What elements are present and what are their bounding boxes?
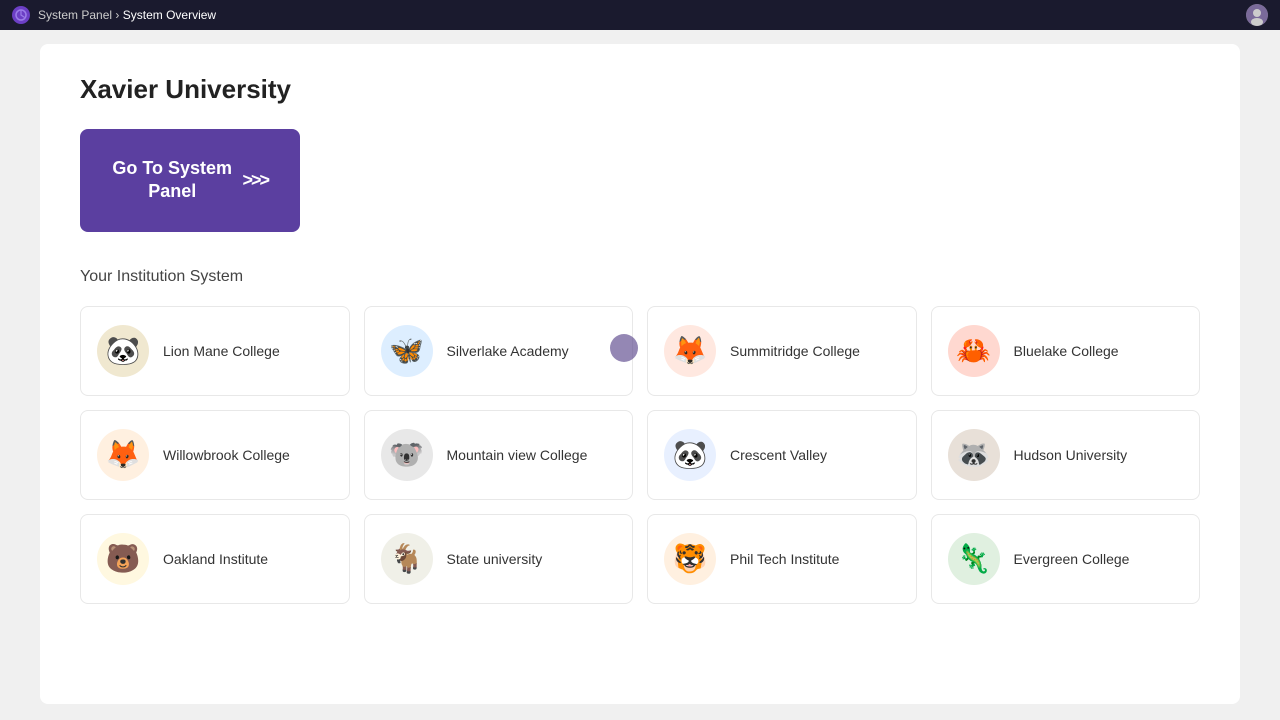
institution-grid: 🐼 Lion Mane College 🦋 Silverlake Academy 🦊 Su…	[80, 306, 1200, 604]
institution-name-silverlake: Silverlake Academy	[447, 343, 569, 359]
institution-card-lion-mane[interactable]: 🐼 Lion Mane College	[80, 306, 350, 396]
institution-card-evergreen[interactable]: 🦎 Evergreen College	[931, 514, 1201, 604]
institution-name-lion-mane: Lion Mane College	[163, 343, 280, 359]
institution-name-crescent-valley: Crescent Valley	[730, 447, 827, 463]
institution-card-mountain-view[interactable]: 🐨 Mountain view College	[364, 410, 634, 500]
institution-card-crescent-valley[interactable]: 🐼 Crescent Valley	[647, 410, 917, 500]
institution-name-phil-tech: Phil Tech Institute	[730, 551, 839, 567]
institution-name-evergreen: Evergreen College	[1014, 551, 1130, 567]
institution-icon-oakland: 🐻	[97, 533, 149, 585]
institution-name-hudson: Hudson University	[1014, 447, 1128, 463]
main-content: Xavier University Go To System Panel >>>…	[40, 44, 1240, 704]
institution-icon-willowbrook: 🦊	[97, 429, 149, 481]
institution-icon-phil-tech: 🐯	[664, 533, 716, 585]
institution-card-oakland[interactable]: 🐻 Oakland Institute	[80, 514, 350, 604]
institution-name-state-university: State university	[447, 551, 543, 567]
institution-icon-state-university: 🐐	[381, 533, 433, 585]
institution-icon-summitridge: 🦊	[664, 325, 716, 377]
breadcrumb-parent[interactable]: System Panel	[38, 8, 112, 22]
breadcrumb-current: System Overview	[123, 8, 216, 22]
topbar-left: System Panel › System Overview	[12, 6, 216, 24]
user-avatar[interactable]	[1246, 4, 1268, 26]
institution-name-oakland: Oakland Institute	[163, 551, 268, 567]
breadcrumb: System Panel › System Overview	[38, 8, 216, 22]
institution-icon-bluelake: 🦀	[948, 325, 1000, 377]
institution-card-phil-tech[interactable]: 🐯 Phil Tech Institute	[647, 514, 917, 604]
app-logo	[12, 6, 30, 24]
institution-icon-silverlake: 🦋	[381, 325, 433, 377]
institution-icon-evergreen: 🦎	[948, 533, 1000, 585]
institution-name-bluelake: Bluelake College	[1014, 343, 1119, 359]
section-title: Your Institution System	[80, 268, 1200, 286]
institution-icon-hudson: 🦝	[948, 429, 1000, 481]
page-title: Xavier University	[80, 74, 1200, 105]
institution-card-bluelake[interactable]: 🦀 Bluelake College	[931, 306, 1201, 396]
institution-card-hudson[interactable]: 🦝 Hudson University	[931, 410, 1201, 500]
breadcrumb-separator: ›	[115, 8, 122, 22]
institution-icon-mountain-view: 🐨	[381, 429, 433, 481]
topbar: System Panel › System Overview	[0, 0, 1280, 30]
go-to-panel-chevrons: >>>	[242, 169, 268, 192]
institution-card-willowbrook[interactable]: 🦊 Willowbrook College	[80, 410, 350, 500]
institution-name-mountain-view: Mountain view College	[447, 447, 588, 463]
institution-card-silverlake[interactable]: 🦋 Silverlake Academy	[364, 306, 634, 396]
institution-card-state-university[interactable]: 🐐 State university	[364, 514, 634, 604]
institution-card-summitridge[interactable]: 🦊 Summitridge College	[647, 306, 917, 396]
institution-name-willowbrook: Willowbrook College	[163, 447, 290, 463]
go-to-panel-button[interactable]: Go To System Panel >>>	[80, 129, 300, 232]
go-to-panel-label: Go To System Panel	[112, 157, 232, 204]
institution-name-summitridge: Summitridge College	[730, 343, 860, 359]
institution-icon-crescent-valley: 🐼	[664, 429, 716, 481]
institution-icon-lion-mane: 🐼	[97, 325, 149, 377]
